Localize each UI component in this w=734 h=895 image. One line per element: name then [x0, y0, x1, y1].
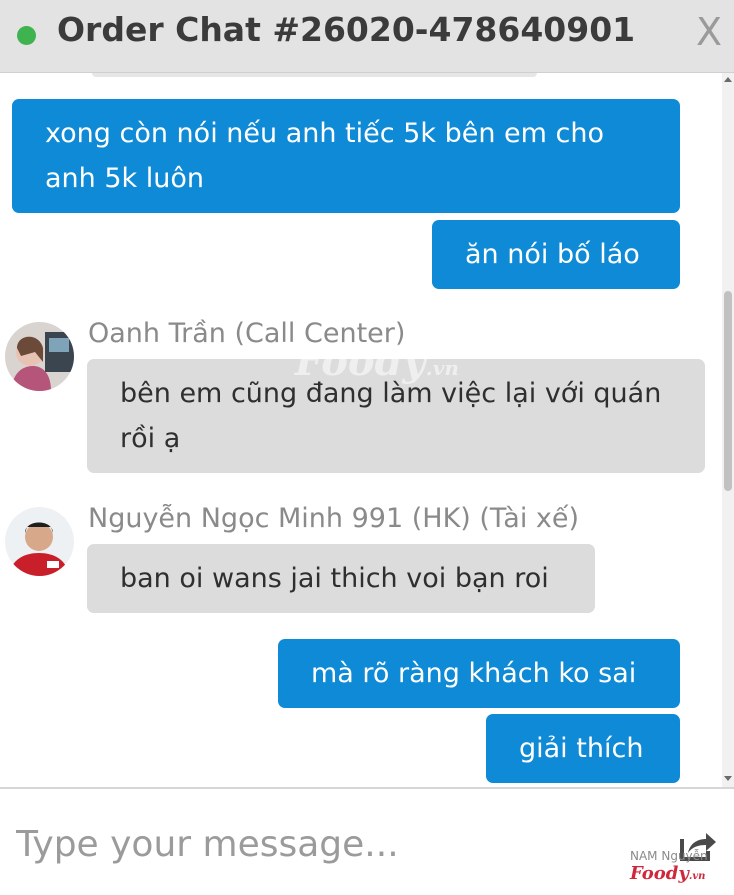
message-input[interactable] — [14, 815, 618, 873]
close-button[interactable]: X — [696, 10, 722, 54]
credit-author: NAM Nguyễn — [630, 849, 708, 863]
message-text: xong còn nói nếu anh tiếc 5k bên em cho … — [45, 118, 604, 194]
message-text: ăn nói bố láo — [465, 239, 640, 270]
message-bubble: ăn nói bố láo — [432, 220, 680, 289]
message-bubble: mà rõ ràng khách ko sai — [278, 639, 680, 708]
foody-logo: Foody.vn — [630, 863, 705, 884]
message-text: mà rõ ràng khách ko sai — [311, 658, 637, 689]
logo-text: Foody — [630, 863, 689, 884]
chat-header: Order Chat #26020-478640901 X — [0, 0, 734, 73]
message-bubble: bên em cũng đang làm việc lại với quán r… — [87, 359, 705, 473]
chat-title: Order Chat #26020-478640901 — [57, 10, 636, 49]
message-bubble: ban oi wans jai thich voi bạn roi — [87, 544, 595, 613]
sender-name: Nguyễn Ngọc Minh 991 (HK) (Tài xế) — [88, 503, 580, 534]
message-text: ban oi wans jai thich voi bạn roi — [120, 563, 549, 594]
scroll-down-arrow-icon[interactable] — [724, 776, 732, 781]
message-bubble: xong còn nói nếu anh tiếc 5k bên em cho … — [12, 99, 680, 213]
online-status-icon — [17, 26, 36, 45]
sender-name: Oanh Trần (Call Center) — [88, 318, 406, 349]
scrollbar[interactable] — [722, 73, 734, 787]
scroll-up-arrow-icon[interactable] — [724, 77, 732, 82]
avatar — [5, 322, 74, 391]
logo-suffix: .vn — [688, 871, 706, 882]
message-composer: NAM Nguyễn Foody.vn — [0, 787, 734, 895]
message-bubble: giải thích — [486, 714, 680, 783]
scrollbar-thumb[interactable] — [724, 291, 732, 491]
message-text: bên em cũng đang làm việc lại với quán r… — [120, 378, 662, 454]
avatar — [5, 507, 74, 576]
message-list[interactable]: xong còn nói nếu anh tiếc 5k bên em cho … — [0, 73, 722, 787]
previous-message-stub — [92, 73, 537, 77]
message-text: giải thích — [519, 733, 644, 764]
